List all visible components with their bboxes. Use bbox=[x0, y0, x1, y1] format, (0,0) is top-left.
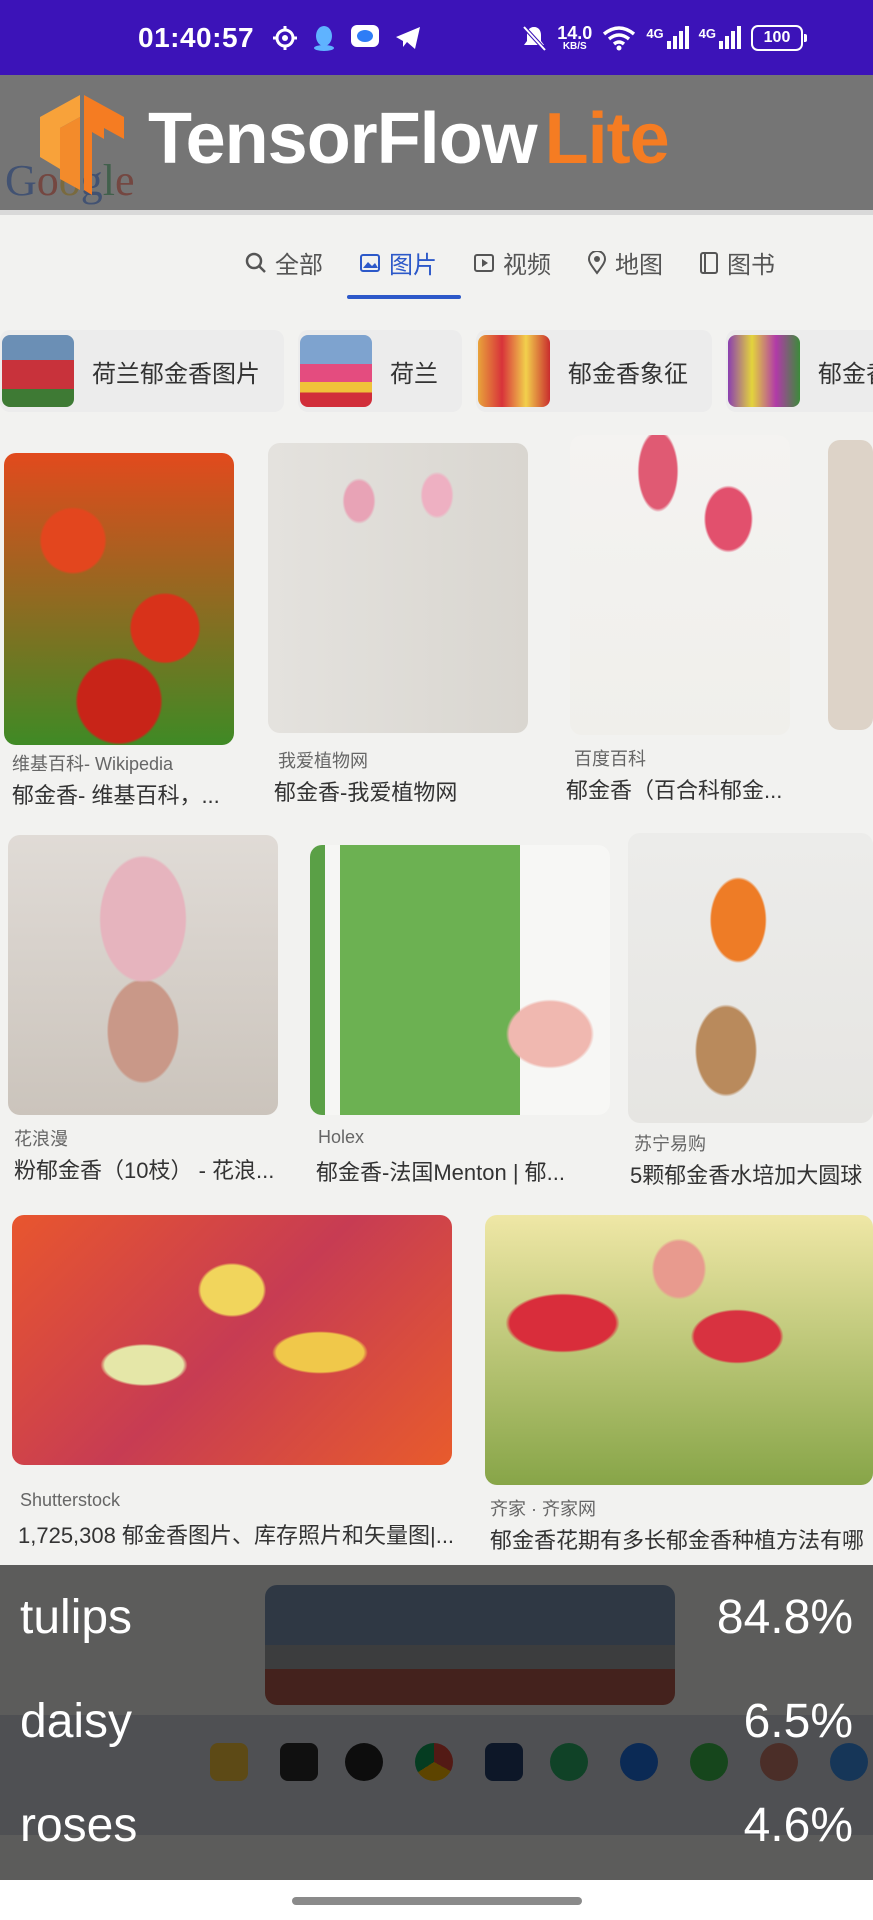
image-caption: 郁金香-我爱植物网 bbox=[274, 780, 458, 805]
source-label: 百度百科 bbox=[574, 749, 646, 769]
image-thumb bbox=[628, 833, 873, 1123]
chip: 郁金香 bbox=[726, 330, 873, 412]
message-icon bbox=[351, 24, 380, 47]
tab-images: 图片 bbox=[359, 245, 437, 280]
image-caption: 粉郁金香（10枝） - 花浪... bbox=[14, 1158, 275, 1183]
image-caption: 5颗郁金香水培加大圆球 bbox=[630, 1163, 863, 1188]
signal-sim1-icon: 4G bbox=[646, 26, 689, 49]
navigation-bar bbox=[0, 1880, 873, 1920]
chip: 荷兰郁金香图片 bbox=[0, 330, 284, 412]
video-icon bbox=[474, 253, 494, 272]
battery-icon: 100 bbox=[751, 24, 807, 51]
status-bar: 01:40:57 14.0 KB/S 4G 4G 100 bbox=[0, 0, 873, 75]
result-score: 4.6% bbox=[743, 1798, 853, 1852]
result-label: tulips bbox=[20, 1590, 133, 1644]
image-caption: 郁金香- 维基百科，... bbox=[12, 783, 220, 808]
search-icon bbox=[245, 252, 266, 273]
tab-all: 全部 bbox=[245, 245, 323, 280]
wifi-icon bbox=[603, 25, 636, 50]
image-caption: 郁金香花期有多长郁金香种植方法有哪 bbox=[490, 1528, 865, 1553]
image-caption: 1,725,308 郁金香图片、库存照片和矢量图|... bbox=[18, 1523, 455, 1548]
signal-sim2-icon: 4G bbox=[699, 26, 741, 49]
book-icon bbox=[700, 251, 718, 274]
gear-icon bbox=[273, 25, 298, 50]
chip: 荷兰 bbox=[298, 330, 462, 412]
mute-icon bbox=[522, 25, 547, 51]
tensorflow-logo-icon bbox=[40, 95, 124, 195]
result-score: 6.5% bbox=[743, 1694, 853, 1748]
image-thumb bbox=[310, 845, 610, 1115]
result-row: tulips 84.8% bbox=[0, 1565, 873, 1669]
tab-videos: 视频 bbox=[473, 245, 551, 280]
app-title: TensorFlow Lite bbox=[148, 99, 670, 179]
result-score: 84.8% bbox=[716, 1590, 853, 1644]
search-tabs: 全部 图片 视频 地图 图书 bbox=[245, 245, 775, 280]
image-caption: 郁金香-法国Menton | 郁... bbox=[316, 1160, 565, 1185]
source-label: 齐家 · 齐家网 bbox=[490, 1499, 596, 1519]
image-thumb bbox=[268, 443, 528, 733]
result-label: roses bbox=[20, 1798, 138, 1852]
map-pin-icon bbox=[587, 250, 607, 275]
chip: 郁金香象征 bbox=[476, 330, 712, 412]
image-thumb bbox=[570, 435, 790, 735]
results-panel: tulips 84.8% daisy 6.5% roses 4.6% bbox=[0, 1565, 873, 1880]
source-label: 我爱植物网 bbox=[278, 751, 368, 771]
result-label: daisy bbox=[20, 1694, 133, 1748]
tab-books: 图书 bbox=[699, 245, 775, 280]
result-row: roses 4.6% bbox=[0, 1773, 873, 1877]
image-thumb bbox=[485, 1215, 873, 1485]
active-tab-indicator bbox=[347, 295, 461, 299]
source-label: 苏宁易购 bbox=[634, 1134, 706, 1154]
source-label: Holex bbox=[318, 1127, 365, 1147]
image-thumb bbox=[4, 453, 234, 745]
result-row: daisy 6.5% bbox=[0, 1669, 873, 1773]
home-gesture-handle[interactable] bbox=[292, 1897, 582, 1905]
net-speed: 14.0 KB/S bbox=[557, 22, 593, 52]
qq-icon bbox=[314, 25, 335, 51]
source-label: 维基百科- Wikipedia bbox=[12, 754, 174, 774]
status-time: 01:40:57 bbox=[138, 21, 255, 53]
image-thumb bbox=[12, 1215, 452, 1465]
source-label: Shutterstock bbox=[20, 1490, 121, 1510]
image-icon bbox=[360, 253, 380, 272]
tab-maps: 地图 bbox=[587, 245, 663, 280]
app-header: TensorFlow Lite bbox=[0, 75, 873, 210]
source-label: 花浪漫 bbox=[14, 1129, 68, 1149]
telegram-icon bbox=[396, 26, 421, 49]
system-indicators: 14.0 KB/S 4G 4G 100 bbox=[521, 22, 807, 52]
image-caption: 郁金香（百合科郁金... bbox=[566, 778, 783, 803]
image-thumb bbox=[828, 440, 873, 730]
image-thumb bbox=[8, 835, 278, 1115]
related-chips: 荷兰郁金香图片 荷兰 郁金香象征 郁金香 bbox=[0, 330, 873, 412]
notification-icons bbox=[272, 24, 422, 52]
